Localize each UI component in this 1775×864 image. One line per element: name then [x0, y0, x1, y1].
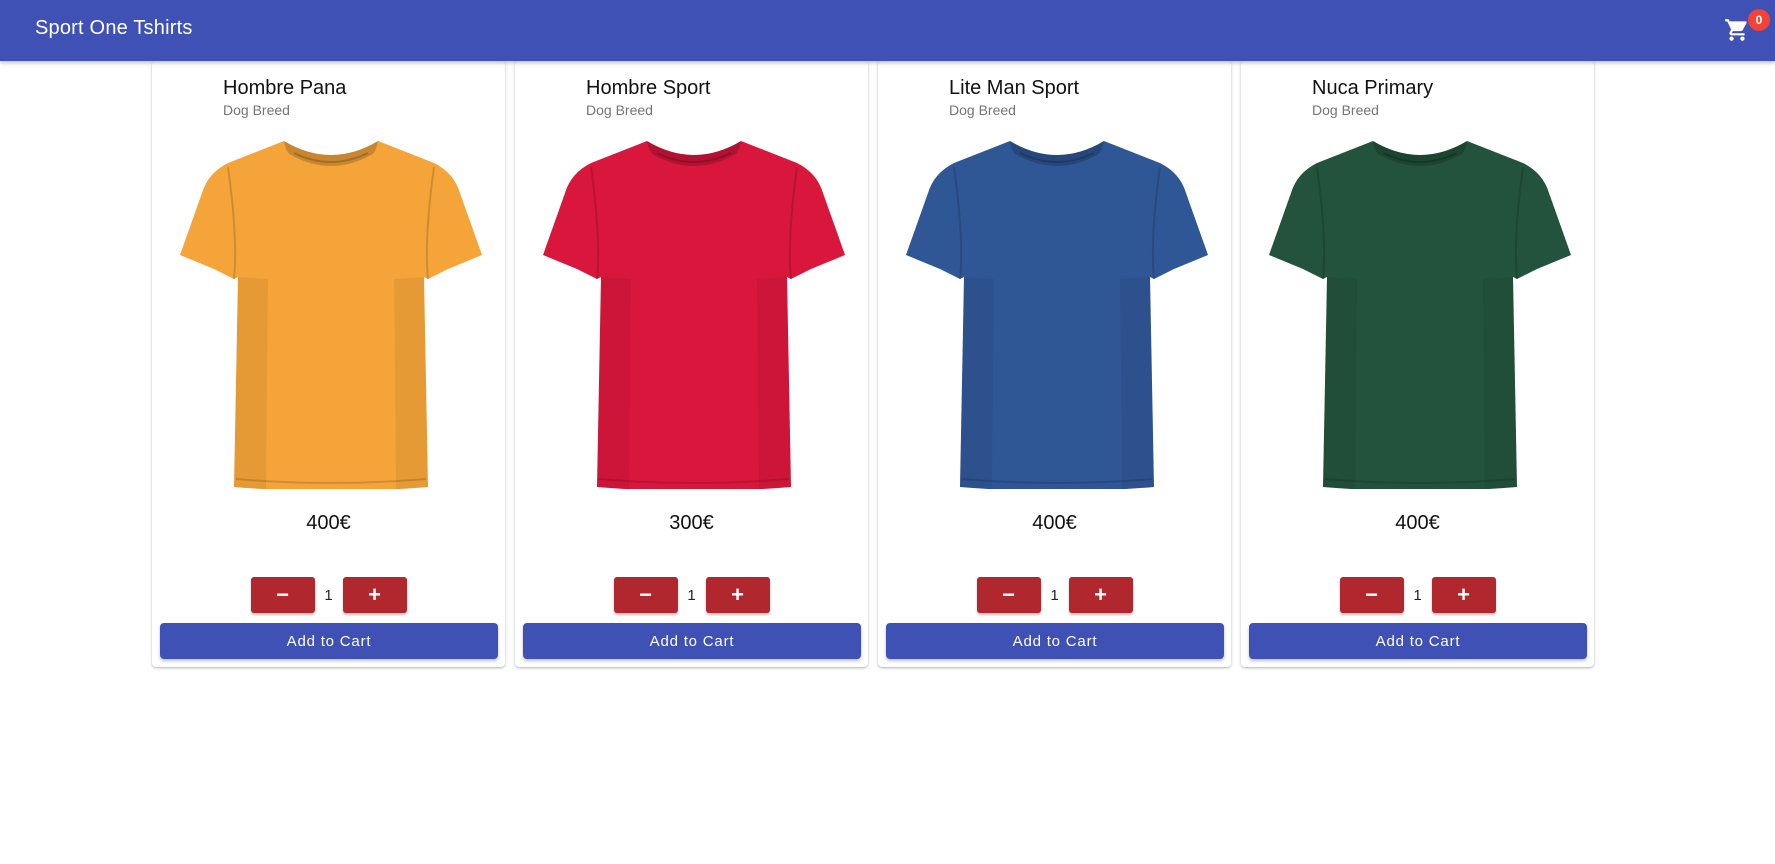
product-subtitle: Dog Breed — [1312, 102, 1379, 118]
quantity-stepper: − 1 + — [878, 577, 1231, 613]
product-price: 400€ — [306, 512, 351, 534]
decrement-button[interactable]: − — [613, 577, 678, 613]
product-card: Hombre Sport Dog Breed 300€ − 1 + Add to… — [515, 61, 868, 667]
increment-button[interactable]: + — [1431, 577, 1496, 613]
app-title: Sport One Tshirts — [35, 17, 193, 39]
product-title: Hombre Sport — [586, 77, 711, 99]
product-price: 400€ — [1032, 512, 1077, 534]
quantity-stepper: − 1 + — [152, 577, 505, 613]
increment-button[interactable]: + — [1068, 577, 1133, 613]
product-title: Hombre Pana — [223, 77, 347, 99]
increment-button[interactable]: + — [342, 577, 407, 613]
quantity-value: 1 — [687, 586, 696, 604]
quantity-value: 1 — [1413, 586, 1422, 604]
decrement-button[interactable]: − — [976, 577, 1041, 613]
cart-count-badge: 0 — [1748, 9, 1770, 31]
tshirt-image — [1269, 141, 1571, 489]
quantity-stepper: − 1 + — [515, 577, 868, 613]
product-card: Hombre Pana Dog Breed 400€ − 1 + Add to … — [152, 61, 505, 667]
tshirt-image — [543, 141, 845, 489]
app-toolbar: Sport One Tshirts 0 — [0, 0, 1775, 61]
product-card: Lite Man Sport Dog Breed 400€ − 1 + Add … — [878, 61, 1231, 667]
increment-button[interactable]: + — [705, 577, 770, 613]
product-subtitle: Dog Breed — [223, 102, 290, 118]
add-to-cart-button[interactable]: Add to Cart — [160, 623, 498, 659]
add-to-cart-button[interactable]: Add to Cart — [886, 623, 1224, 659]
product-title: Nuca Primary — [1312, 77, 1434, 99]
quantity-stepper: − 1 + — [1241, 577, 1594, 613]
quantity-value: 1 — [324, 586, 333, 604]
product-subtitle: Dog Breed — [586, 102, 653, 118]
tshirt-image — [906, 141, 1208, 489]
product-price: 400€ — [1395, 512, 1440, 534]
add-to-cart-button[interactable]: Add to Cart — [1249, 623, 1587, 659]
decrement-button[interactable]: − — [1339, 577, 1404, 613]
product-grid: Hombre Pana Dog Breed 400€ − 1 + Add to … — [152, 61, 1594, 667]
product-card: Nuca Primary Dog Breed 400€ − 1 + Add to… — [1241, 61, 1594, 667]
tshirt-image — [180, 141, 482, 489]
product-subtitle: Dog Breed — [949, 102, 1016, 118]
cart-button[interactable]: 0 — [1720, 9, 1770, 45]
decrement-button[interactable]: − — [250, 577, 315, 613]
product-title: Lite Man Sport — [949, 77, 1080, 99]
add-to-cart-button[interactable]: Add to Cart — [523, 623, 861, 659]
product-price: 300€ — [669, 512, 714, 534]
shopping-cart-icon — [1725, 19, 1747, 41]
quantity-value: 1 — [1050, 586, 1059, 604]
